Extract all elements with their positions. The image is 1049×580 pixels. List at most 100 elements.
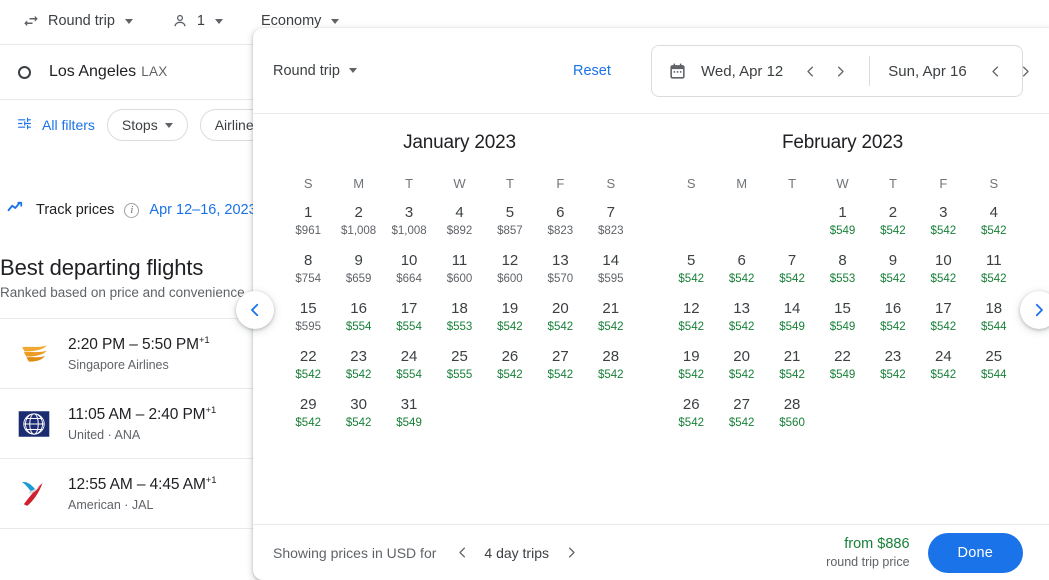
calendar-day-cell[interactable]: 25 $555: [434, 347, 484, 383]
calendar-day-cell[interactable]: 8 $754: [283, 251, 333, 287]
swap-arrows-icon: [22, 12, 40, 30]
calendar-day-cell[interactable]: 12 $600: [485, 251, 535, 287]
calendar-day-cell[interactable]: 11 $600: [434, 251, 484, 287]
track-prices-dates: Apr 12–16, 2023: [149, 202, 257, 218]
calendar-day-cell[interactable]: 31 $549: [384, 395, 434, 431]
calendar-day-cell[interactable]: 5 $857: [485, 203, 535, 239]
passenger-count: 1: [196, 13, 205, 29]
return-date-segment[interactable]: Sun, Apr 16: [869, 56, 1040, 86]
calendar-day-number: 22: [299, 348, 317, 365]
calendar-day-cell[interactable]: 18 $553: [434, 299, 484, 335]
calendar-day-cell[interactable]: 25 $544: [969, 347, 1019, 383]
calendar-day-number: 26: [682, 396, 700, 413]
calendar-day-cell[interactable]: 3 $1,008: [384, 203, 434, 239]
calendar-day-cell[interactable]: 19 $542: [666, 347, 716, 383]
calendar-day-cell[interactable]: 1 $961: [283, 203, 333, 239]
calendar-day-cell[interactable]: 28 $560: [767, 395, 817, 431]
calendar-day-number: 11: [451, 252, 468, 269]
calendar-day-price: $542: [597, 369, 624, 381]
stops-filter-chip[interactable]: Stops: [106, 109, 188, 141]
calendar-day-cell[interactable]: 16 $542: [868, 299, 918, 335]
calendar-day-cell[interactable]: 23 $542: [868, 347, 918, 383]
calendar-day-cell[interactable]: 9 $659: [333, 251, 383, 287]
calendar-day-cell[interactable]: 11 $542: [969, 251, 1019, 287]
trip-type-selector[interactable]: Round trip: [12, 6, 143, 36]
calendar-day-cell[interactable]: 27 $542: [535, 347, 585, 383]
calendar-day-number: 18: [451, 300, 468, 317]
done-button[interactable]: Done: [927, 532, 1023, 573]
departure-prev-day-button[interactable]: [795, 56, 825, 86]
calendar-day-cell[interactable]: 22 $542: [283, 347, 333, 383]
calendar-day-cell[interactable]: 22 $549: [817, 347, 867, 383]
calendar-day-cell[interactable]: 12 $542: [666, 299, 716, 335]
calendar-day-cell[interactable]: 30 $542: [333, 395, 383, 431]
calendar-day-cell[interactable]: 18 $544: [969, 299, 1019, 335]
trip-length-prev-button[interactable]: [448, 539, 476, 567]
united-airlines-logo-icon: [16, 406, 52, 442]
currency-note: Showing prices in USD for: [273, 544, 437, 561]
calendar-day-cell[interactable]: 4 $892: [434, 203, 484, 239]
calendar-day-cell[interactable]: 20 $542: [716, 347, 766, 383]
calendar-day-cell[interactable]: 19 $542: [485, 299, 535, 335]
calendar-day-cell[interactable]: 27 $542: [716, 395, 766, 431]
reset-button[interactable]: Reset: [573, 63, 611, 79]
return-prev-day-button[interactable]: [981, 56, 1011, 86]
calendar-day-cell[interactable]: 24 $554: [384, 347, 434, 383]
calendar-day-cell[interactable]: 2 $542: [868, 203, 918, 239]
stops-filter-label: Stops: [121, 117, 158, 133]
calendar-day-cell[interactable]: 10 $664: [384, 251, 434, 287]
panel-trip-type-selector[interactable]: Round trip: [273, 63, 357, 79]
calendar-day-cell[interactable]: 2 $1,008: [333, 203, 383, 239]
calendar-day-cell[interactable]: 21 $542: [586, 299, 636, 335]
trip-length-next-button[interactable]: [557, 539, 585, 567]
calendar-prev-button[interactable]: [236, 291, 274, 329]
calendar-day-cell[interactable]: 15 $549: [817, 299, 867, 335]
calendar-day-cell[interactable]: 1 $549: [817, 203, 867, 239]
calendar-day-cell[interactable]: 7 $823: [586, 203, 636, 239]
calendar-day-cell[interactable]: 26 $542: [485, 347, 535, 383]
info-icon[interactable]: i: [124, 202, 140, 218]
calendar-day-cell[interactable]: 17 $554: [384, 299, 434, 335]
calendar-day-price: $823: [547, 225, 574, 237]
calendar-day-cell[interactable]: 24 $542: [918, 347, 968, 383]
all-filters-button[interactable]: All filters: [16, 115, 95, 135]
return-next-day-button[interactable]: [1011, 56, 1041, 86]
calendar-day-cell[interactable]: 13 $570: [535, 251, 585, 287]
calendar-day-cell[interactable]: 21 $542: [767, 347, 817, 383]
calendar-day-number: 7: [787, 252, 797, 269]
calendar-day-cell[interactable]: 13 $542: [716, 299, 766, 335]
calendar-day-cell[interactable]: 9 $542: [868, 251, 918, 287]
calendar-day-price: $542: [597, 321, 624, 333]
calendar-day-cell[interactable]: 15 $595: [283, 299, 333, 335]
calendar-day-cell[interactable]: 17 $542: [918, 299, 968, 335]
calendar-day-cell[interactable]: 8 $553: [817, 251, 867, 287]
calendar-day-cell[interactable]: 3 $542: [918, 203, 968, 239]
calendar-day-cell[interactable]: 29 $542: [283, 395, 333, 431]
calendar-day-cell[interactable]: 6 $823: [535, 203, 585, 239]
passenger-selector[interactable]: 1: [161, 6, 233, 36]
date-picker-panel: Round trip Reset Wed, Apr 12 Sun, Apr 16…: [253, 28, 1049, 580]
calendar-day-number: 20: [733, 348, 750, 365]
calendar-day-cell[interactable]: 28 $542: [586, 347, 636, 383]
calendar-day-cell[interactable]: 10 $542: [918, 251, 968, 287]
flight-info: 11:05 AM – 2:40 PM+1 United · ANA: [68, 405, 216, 441]
calendar-day-cell[interactable]: 7 $542: [767, 251, 817, 287]
chevron-down-icon: [164, 122, 173, 128]
calendar-day-cell[interactable]: 23 $542: [333, 347, 383, 383]
calendar-day-price: $542: [930, 273, 957, 285]
calendar-day-number: 4: [455, 204, 464, 221]
calendar-day-cell[interactable]: 6 $542: [716, 251, 766, 287]
departure-date-segment[interactable]: Wed, Apr 12: [652, 46, 869, 96]
calendar-day-cell[interactable]: 16 $554: [333, 299, 383, 335]
departure-next-day-button[interactable]: [825, 56, 855, 86]
calendar-day-price: $754: [295, 273, 321, 285]
calendar-day-cell[interactable]: 26 $542: [666, 395, 716, 431]
calendar-day-cell[interactable]: 20 $542: [535, 299, 585, 335]
calendar-day-cell[interactable]: 14 $595: [586, 251, 636, 287]
calendar-day-cell[interactable]: 4 $542: [969, 203, 1019, 239]
calendar-day-cell[interactable]: 14 $549: [767, 299, 817, 335]
calendar-day-number: 30: [350, 396, 367, 413]
calendar-day-number: 25: [985, 348, 1003, 365]
calendar-day-number: 1: [838, 204, 847, 221]
calendar-day-cell[interactable]: 5 $542: [666, 251, 716, 287]
